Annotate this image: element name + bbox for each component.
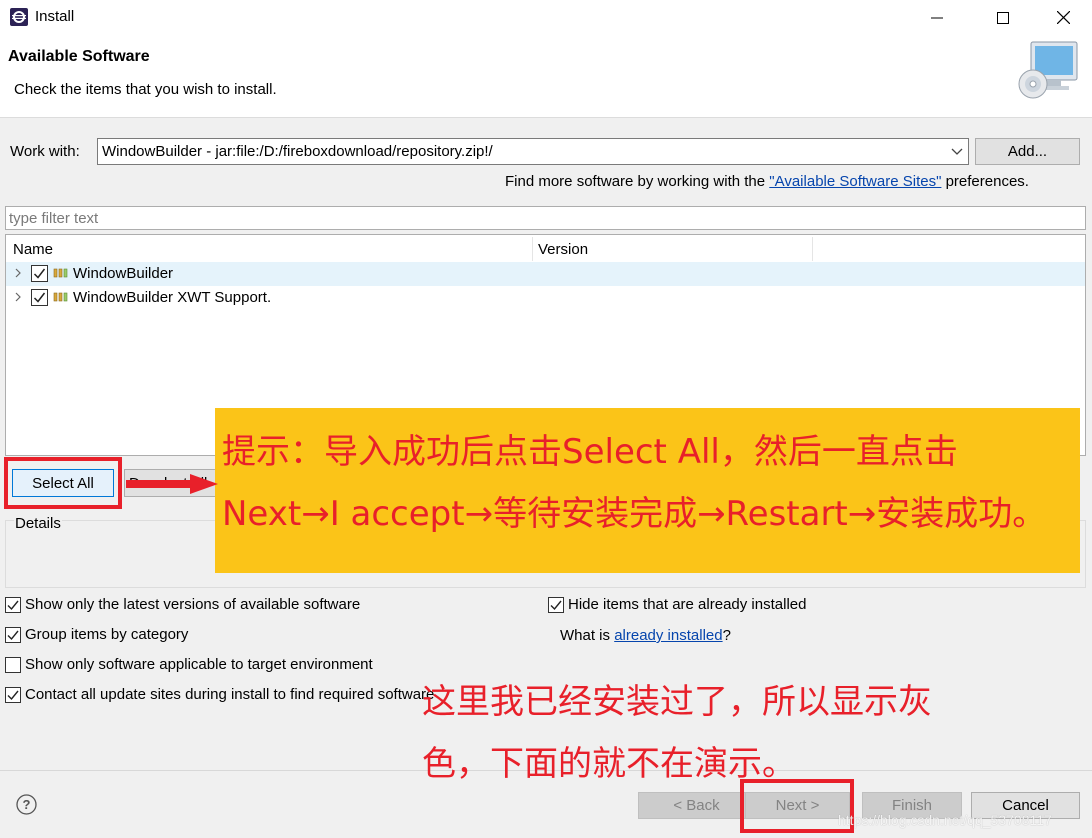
tree-row[interactable]: WindowBuilder	[6, 262, 1085, 286]
applicable-only-checkbox[interactable]	[5, 657, 21, 673]
available-software-sites-link[interactable]: "Available Software Sites"	[769, 173, 941, 190]
title-bar: Install	[0, 0, 1092, 35]
group-by-category-checkbox[interactable]	[5, 627, 21, 643]
checkmark-icon	[550, 600, 562, 611]
already-installed-link[interactable]: already installed	[614, 627, 722, 644]
checkmark-icon	[33, 292, 46, 303]
chevron-right-icon[interactable]	[12, 290, 24, 304]
find-more-text: Find more software by working with the "…	[505, 173, 1029, 190]
close-icon	[1056, 11, 1070, 24]
add-button[interactable]: Add...	[975, 138, 1080, 165]
find-more-suffix: preferences.	[941, 173, 1029, 190]
feature-group-icon	[53, 292, 68, 302]
back-button[interactable]: < Back	[638, 792, 755, 819]
page-title: Available Software	[8, 48, 150, 65]
svg-text:?: ?	[23, 797, 31, 812]
minimize-button[interactable]	[914, 0, 960, 35]
what-is-installed-text: What is already installed?	[560, 627, 731, 644]
contact-sites-checkbox[interactable]	[5, 687, 21, 703]
computer-install-icon	[1018, 41, 1078, 99]
filter-input[interactable]	[5, 206, 1086, 230]
what-is-prefix: What is	[560, 627, 615, 644]
find-more-prefix: Find more software by working with the	[505, 173, 770, 190]
minimize-icon	[931, 17, 943, 18]
contact-sites-label: Contact all update sites during install …	[25, 686, 435, 703]
hide-installed-label: Hide items that are already installed	[568, 596, 807, 613]
work-with-value: WindowBuilder - jar:file:/D:/fireboxdown…	[102, 143, 493, 160]
checkmark-icon	[33, 268, 46, 279]
checkmark-icon	[7, 600, 19, 611]
arrow-right-icon	[126, 474, 218, 494]
annotation-note-2-line-2: 色，下面的就不在演示。	[422, 744, 796, 784]
column-separator[interactable]	[532, 237, 533, 261]
hide-installed-checkbox[interactable]	[548, 597, 564, 613]
maximize-button[interactable]	[980, 0, 1026, 35]
annotation-note-box: 提示：导入成功后点击Select All，然后一直点击 Next→I accep…	[215, 408, 1080, 573]
row-label: WindowBuilder XWT Support.	[73, 289, 272, 306]
row-label: WindowBuilder	[73, 265, 174, 282]
watermark: https://blog.csdn.net/qq_53708117	[838, 812, 1052, 828]
row-checkbox[interactable]	[31, 289, 48, 306]
what-is-suffix: ?	[722, 627, 731, 644]
chevron-down-icon[interactable]	[950, 144, 964, 158]
eclipse-icon	[10, 8, 28, 26]
next-highlight	[740, 779, 854, 833]
annotation-line-2: Next→I accept→等待安装完成→Restart→安装成功。	[222, 494, 1047, 534]
annotation-note-2-line-1: 这里我已经安装过了，所以显示灰	[422, 682, 932, 722]
group-by-category-label: Group items by category	[25, 626, 189, 643]
maximize-icon	[997, 11, 1009, 24]
column-header-name[interactable]: Name	[13, 241, 53, 258]
latest-versions-label: Show only the latest versions of availab…	[25, 596, 361, 613]
annotation-line-1: 提示：导入成功后点击Select All，然后一直点击	[222, 432, 958, 472]
row-checkbox[interactable]	[31, 265, 48, 282]
checkmark-icon	[7, 690, 19, 701]
chevron-right-icon[interactable]	[12, 266, 24, 280]
latest-versions-checkbox[interactable]	[5, 597, 21, 613]
details-label: Details	[14, 515, 62, 532]
select-all-highlight	[4, 457, 122, 509]
work-with-label: Work with:	[10, 143, 80, 160]
column-header-version[interactable]: Version	[538, 241, 588, 258]
applicable-only-label: Show only software applicable to target …	[25, 656, 373, 673]
feature-group-icon	[53, 268, 68, 278]
close-button[interactable]	[1040, 0, 1086, 35]
tree-row[interactable]: WindowBuilder XWT Support.	[6, 286, 1085, 310]
column-separator[interactable]	[812, 237, 813, 261]
page-subtitle: Check the items that you wish to install…	[14, 81, 277, 98]
help-icon[interactable]: ?	[16, 794, 37, 815]
checkmark-icon	[7, 630, 19, 641]
work-with-combo[interactable]: WindowBuilder - jar:file:/D:/fireboxdown…	[97, 138, 969, 165]
window-title: Install	[35, 8, 75, 25]
wizard-header: Available Software Check the items that …	[0, 35, 1092, 118]
